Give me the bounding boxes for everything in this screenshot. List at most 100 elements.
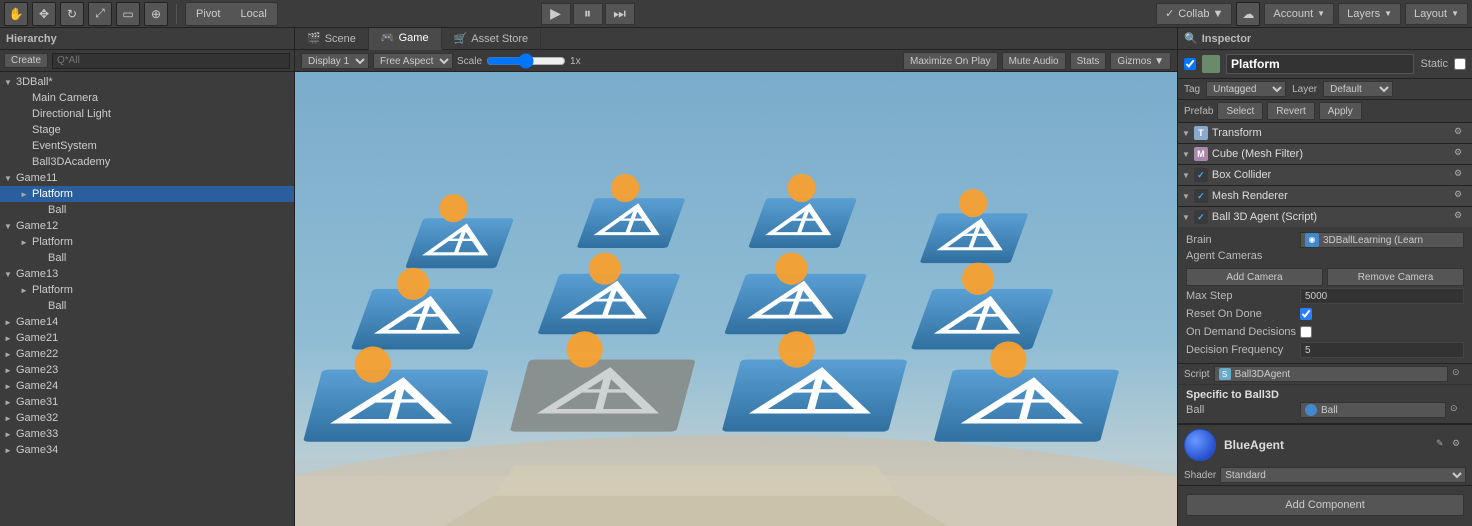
reset-on-done-checkbox[interactable] <box>1300 308 1312 320</box>
tab-game[interactable]: 🎮 Game <box>369 28 442 50</box>
meshrenderer-settings-icon[interactable]: ⚙ <box>1454 189 1468 203</box>
tree-item-game34[interactable]: ► Game34 <box>0 442 294 458</box>
hand-tool-icon[interactable]: ✋ <box>4 2 28 26</box>
on-demand-checkbox[interactable] <box>1300 326 1312 338</box>
tree-item-game11[interactable]: ▼ Game11 <box>0 170 294 186</box>
scale-slider[interactable] <box>486 54 566 68</box>
tree-item-platform12[interactable]: ► Platform <box>0 234 294 250</box>
tree-item-ball13[interactable]: Ball <box>0 298 294 314</box>
meshrenderer-header[interactable]: ▼ ✓ Mesh Renderer ⚙ <box>1178 186 1472 206</box>
transform-tool-icon[interactable]: ⊕ <box>144 2 168 26</box>
layout-button[interactable]: Layout <box>1405 3 1468 25</box>
tag-select[interactable]: Untagged <box>1206 81 1286 97</box>
ball3dagent-settings-icon[interactable]: ⚙ <box>1454 210 1468 224</box>
tab-scene[interactable]: 🎬 Scene <box>295 28 369 50</box>
add-camera-button[interactable]: Add Camera <box>1186 268 1323 286</box>
display-select[interactable]: Display 1 <box>301 53 369 69</box>
ball3dagent-header[interactable]: ▼ ✓ Ball 3D Agent (Script) ⚙ <box>1178 207 1472 227</box>
hierarchy-create-button[interactable]: Create <box>4 53 48 68</box>
pivot-button[interactable]: Pivot <box>186 3 230 25</box>
script-ref[interactable]: S Ball3DAgent <box>1214 366 1448 382</box>
boxcollider-settings-icon[interactable]: ⚙ <box>1454 168 1468 182</box>
on-demand-label: On Demand Decisions <box>1186 326 1296 338</box>
step-button[interactable]: ⏭ <box>605 3 635 25</box>
local-button[interactable]: Local <box>230 3 276 25</box>
layers-button[interactable]: Layers <box>1338 3 1401 25</box>
play-button[interactable]: ▶ <box>541 3 571 25</box>
ball-ref-icon[interactable]: ⊙ <box>1450 403 1464 417</box>
add-component-button[interactable]: Add Component <box>1186 494 1464 516</box>
tree-item-3dball[interactable]: ▼ 3DBall* <box>0 74 294 90</box>
boxcollider-header[interactable]: ▼ ✓ Box Collider ⚙ <box>1178 165 1472 185</box>
static-checkbox[interactable] <box>1454 58 1466 70</box>
tree-item-game22[interactable]: ► Game22 <box>0 346 294 362</box>
max-step-input[interactable] <box>1300 288 1464 304</box>
tree-item-platform13[interactable]: ► Platform <box>0 282 294 298</box>
meshfilter-settings-icon[interactable]: ⚙ <box>1454 147 1468 161</box>
ball-field-value[interactable]: Ball <box>1300 402 1446 418</box>
tree-item-game31[interactable]: ► Game31 <box>0 394 294 410</box>
tab-bar: 🎬 Scene 🎮 Game 🛒 Asset Store <box>295 28 1177 50</box>
tree-item-ball11[interactable]: Ball <box>0 202 294 218</box>
arrow-icon-game33: ► <box>4 430 16 439</box>
component-transform: ▼ T Transform ⚙ <box>1178 123 1472 144</box>
blue-agent-settings-icon[interactable]: ⚙ <box>1452 438 1466 452</box>
account-button[interactable]: Account <box>1264 3 1334 25</box>
tree-item-game32[interactable]: ► Game32 <box>0 410 294 426</box>
decision-freq-input[interactable] <box>1300 342 1464 358</box>
cloud-icon[interactable]: ☁ <box>1236 2 1260 26</box>
scale-tool-icon[interactable]: ⤢ <box>88 2 112 26</box>
transform-header[interactable]: ▼ T Transform ⚙ <box>1178 123 1472 143</box>
tree-item-game21[interactable]: ► Game21 <box>0 330 294 346</box>
tree-item-game14[interactable]: ► Game14 <box>0 314 294 330</box>
reset-on-done-row: Reset On Done <box>1186 305 1464 323</box>
collab-button[interactable]: ✓ Collab ▼ <box>1156 3 1232 25</box>
tree-label-eventsys: EventSystem <box>32 140 97 152</box>
tree-item-game23[interactable]: ► Game23 <box>0 362 294 378</box>
go-active-checkbox[interactable] <box>1184 58 1196 70</box>
tab-asset-store[interactable]: 🛒 Asset Store <box>442 28 542 50</box>
tree-item-game12[interactable]: ▼ Game12 <box>0 218 294 234</box>
meshfilter-header[interactable]: ▼ M Cube (Mesh Filter) ⚙ <box>1178 144 1472 164</box>
tree-label-game12: Game12 <box>16 220 58 232</box>
blue-agent-edit-icon[interactable]: ✎ <box>1436 438 1450 452</box>
move-tool-icon[interactable]: ✥ <box>32 2 56 26</box>
tree-item-stage[interactable]: Stage <box>0 122 294 138</box>
rotate-tool-icon[interactable]: ↻ <box>60 2 84 26</box>
prefab-select-button[interactable]: Select <box>1217 102 1263 120</box>
mute-audio-button[interactable]: Mute Audio <box>1002 52 1066 70</box>
tree-item-platform11[interactable]: ► Platform <box>0 186 294 202</box>
tree-item-dirlight[interactable]: Directional Light <box>0 106 294 122</box>
reset-on-done-label: Reset On Done <box>1186 308 1296 320</box>
shader-label: Shader <box>1184 470 1216 481</box>
tree-label-3dball: 3DBall* <box>16 76 53 88</box>
tree-item-game13[interactable]: ▼ Game13 <box>0 266 294 282</box>
tree-item-ball3dac[interactable]: Ball3DAcademy <box>0 154 294 170</box>
meshrenderer-name: Mesh Renderer <box>1212 190 1450 202</box>
prefab-revert-button[interactable]: Revert <box>1267 102 1314 120</box>
layer-select[interactable]: Default <box>1323 81 1393 97</box>
remove-camera-button[interactable]: Remove Camera <box>1327 268 1464 286</box>
brain-field-value[interactable]: ◉ 3DBallLearning (Learn <box>1300 232 1464 248</box>
shader-select[interactable]: Standard <box>1220 467 1466 483</box>
go-name-input[interactable] <box>1226 54 1414 74</box>
prefab-apply-button[interactable]: Apply <box>1319 102 1362 120</box>
hierarchy-search-input[interactable] <box>52 53 290 69</box>
decision-freq-row: Decision Frequency <box>1186 341 1464 359</box>
tree-item-maincam[interactable]: Main Camera <box>0 90 294 106</box>
aspect-select[interactable]: Free Aspect <box>373 53 453 69</box>
rect-tool-icon[interactable]: ▭ <box>116 2 140 26</box>
script-ref-icon[interactable]: ⊙ <box>1452 367 1466 381</box>
tree-item-ball12[interactable]: Ball <box>0 250 294 266</box>
transform-settings-icon[interactable]: ⚙ <box>1454 126 1468 140</box>
tree-item-game24[interactable]: ► Game24 <box>0 378 294 394</box>
meshfilter-icon: M <box>1194 147 1208 161</box>
tree-item-game33[interactable]: ► Game33 <box>0 426 294 442</box>
gizmos-button[interactable]: Gizmos ▼ <box>1110 52 1171 70</box>
maximize-on-play-button[interactable]: Maximize On Play <box>903 52 998 70</box>
pause-button[interactable]: ⏸ <box>573 3 603 25</box>
stats-button[interactable]: Stats <box>1070 52 1107 70</box>
arrow-icon-platform13: ► <box>20 286 32 295</box>
tree-item-eventsys[interactable]: EventSystem <box>0 138 294 154</box>
inspector-title: Inspector <box>1202 33 1252 45</box>
